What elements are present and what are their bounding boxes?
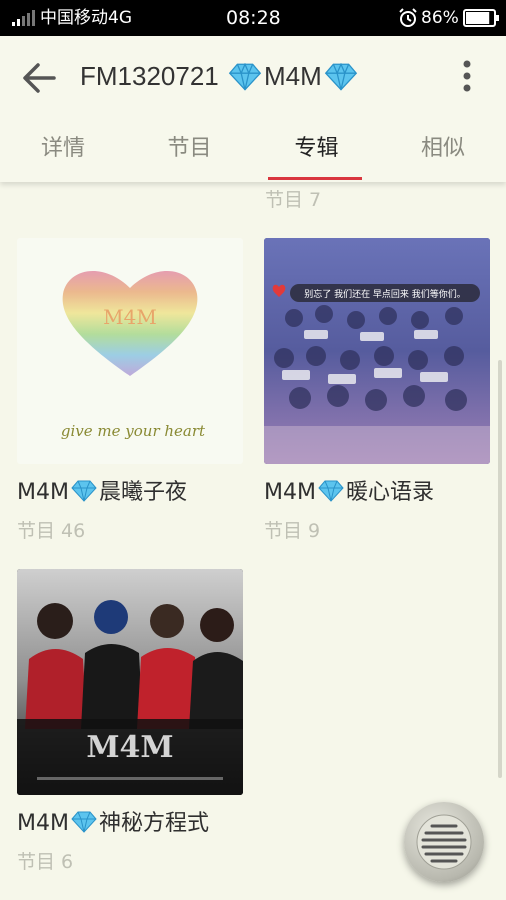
battery-percent: 86% xyxy=(421,8,459,28)
heart-image: M4M give me your heart xyxy=(61,271,206,440)
diamond-icon xyxy=(71,480,97,502)
battery-icon xyxy=(463,9,499,27)
album-title-prefix: M4M xyxy=(264,480,316,505)
cover-caption: give me your heart xyxy=(61,422,206,440)
diamond-icon xyxy=(71,811,97,833)
concert-photo: 别忘了 我们还在 早点回来 我们等你们。 xyxy=(264,238,490,464)
page-title: FM1320721 M4M xyxy=(80,58,360,94)
player-icon xyxy=(416,814,472,870)
arrow-left-icon[interactable] xyxy=(18,56,62,100)
tab-programs[interactable]: 节目 xyxy=(126,124,253,180)
album-title-3[interactable]: M4M 神秘方程式 xyxy=(17,809,209,839)
album-title-prefix: M4M xyxy=(17,811,69,836)
alarm-icon xyxy=(399,8,417,27)
tab-bar: 详情 节目 专辑 相似 xyxy=(0,124,506,182)
album-title-suffix: 暖心语录 xyxy=(345,480,434,505)
album-subtitle-1: 节目 46 xyxy=(17,520,86,542)
album-cover-2[interactable]: 别忘了 我们还在 早点回来 我们等你们。 xyxy=(264,238,490,464)
album-title-prefix: M4M xyxy=(17,480,69,505)
scrollbar[interactable] xyxy=(498,360,502,778)
diamond-icon xyxy=(228,63,262,91)
cover-logo-text: M4M xyxy=(86,730,173,765)
title-suffix: M4M xyxy=(263,61,322,91)
signal-icon xyxy=(12,10,35,26)
active-tab-indicator xyxy=(268,177,362,180)
cover-logo-text: M4M xyxy=(103,305,157,329)
partial-item-subtitle: 节目 7 xyxy=(265,189,322,211)
title-prefix: FM1320721 xyxy=(80,61,226,91)
status-bar: 中国移动4G 08:28 86% xyxy=(0,0,506,36)
album-cover-1[interactable]: M4M give me your heart xyxy=(17,238,243,464)
tab-similar[interactable]: 相似 xyxy=(380,124,506,180)
album-subtitle-3: 节目 6 xyxy=(17,851,74,873)
tab-details[interactable]: 详情 xyxy=(0,124,126,180)
cover-caption-2: 别忘了 我们还在 早点回来 我们等你们。 xyxy=(304,288,466,300)
more-vertical-icon[interactable] xyxy=(452,58,482,98)
clock: 08:28 xyxy=(226,7,281,29)
album-subtitle-2: 节目 9 xyxy=(264,520,321,542)
diamond-icon xyxy=(318,480,344,502)
app-header: FM1320721 M4M 详情 节目 专辑 相似 xyxy=(0,36,506,182)
carrier-label: 中国移动4G xyxy=(40,8,132,28)
album-title-suffix: 晨曦子夜 xyxy=(98,480,187,505)
diamond-icon xyxy=(324,63,357,91)
album-title-2[interactable]: M4M 暖心语录 xyxy=(264,478,434,508)
album-cover-3[interactable]: M4M xyxy=(17,569,243,795)
album-title-1[interactable]: M4M 晨曦子夜 xyxy=(17,478,187,508)
tab-albums[interactable]: 专辑 xyxy=(253,124,380,180)
player-button[interactable] xyxy=(404,802,484,882)
album-title-suffix: 神秘方程式 xyxy=(98,811,209,836)
band-photo: M4M xyxy=(17,569,243,795)
